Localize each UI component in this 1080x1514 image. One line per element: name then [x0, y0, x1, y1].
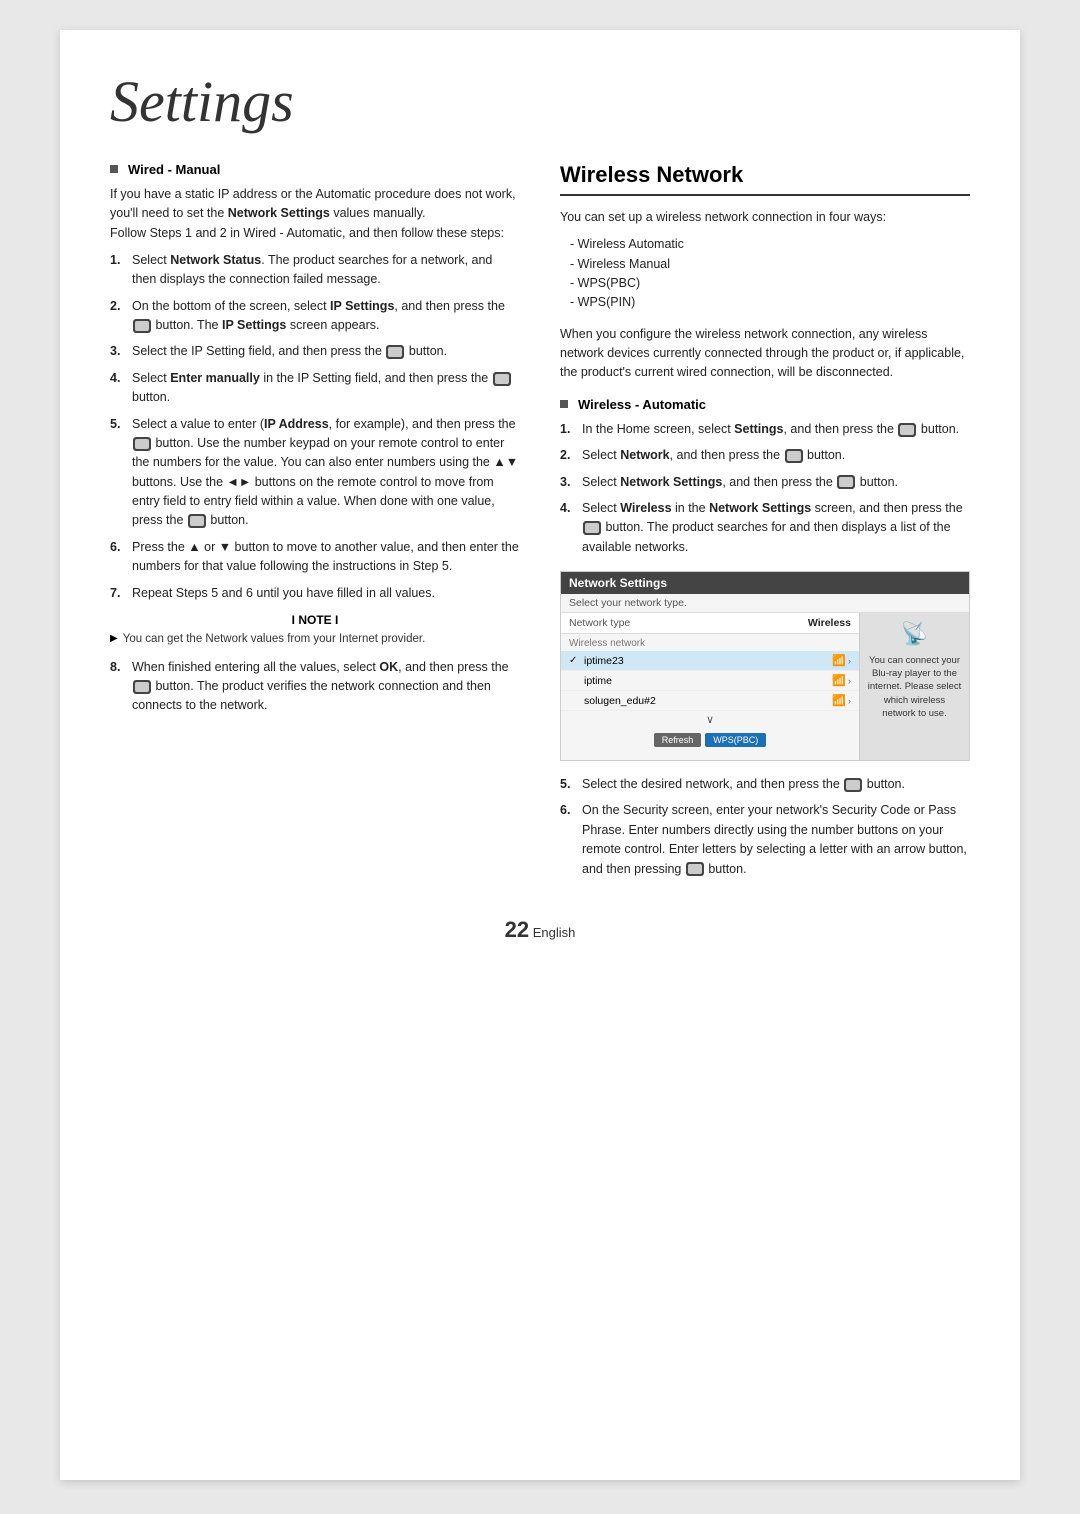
step-8-list: When finished entering all the values, s… [110, 658, 520, 716]
network-settings-box: Network Settings Select your network typ… [560, 571, 970, 761]
network-type-row: Network type Wireless [561, 613, 859, 634]
wireless-body: When you configure the wireless network … [560, 325, 970, 383]
network-box-left: Network type Wireless Wireless network ✓… [561, 613, 859, 760]
wireless-network-label: Wireless network [561, 634, 859, 651]
button-icon [837, 475, 855, 489]
network-box-subheader: Select your network type. [561, 594, 969, 613]
wireless-intro: You can set up a wireless network connec… [560, 208, 970, 227]
w-step-4: Select Wireless in the Network Settings … [560, 499, 970, 557]
wifi-name: iptime23 [584, 655, 828, 667]
wireless-steps-5-6: Select the desired network, and then pre… [560, 775, 970, 879]
note-label: I NOTE I [110, 613, 520, 627]
network-box-header: Network Settings [561, 572, 969, 594]
button-icon [785, 449, 803, 463]
wireless-auto-steps: In the Home screen, select Settings, and… [560, 420, 970, 557]
w-step-3: Select Network Settings, and then press … [560, 473, 970, 492]
page-language-label: English [533, 925, 576, 940]
page-footer: 22 English [110, 917, 970, 943]
wireless-list: Wireless Automatic Wireless Manual WPS(P… [570, 235, 970, 313]
wifi-signal-icon: 📶 [832, 654, 846, 667]
wifi-arrow-icon: › [848, 656, 851, 666]
left-column: Wired - Manual If you have a static IP a… [110, 162, 520, 724]
step-6: Press the ▲ or ▼ button to move to anoth… [110, 538, 520, 577]
list-item-wpspbc: WPS(PBC) [570, 274, 970, 293]
note-arrow-icon: ▶ [110, 633, 118, 644]
wifi-check-icon: ✓ [569, 655, 581, 666]
page-number: 22 [505, 917, 529, 942]
step-4: Select Enter manually in the IP Setting … [110, 369, 520, 408]
wired-manual-heading: Wired - Manual [110, 162, 520, 177]
step-2: On the bottom of the screen, select IP S… [110, 297, 520, 336]
step-7: Repeat Steps 5 and 6 until you have fill… [110, 584, 520, 603]
note-item-1: ▶ You can get the Network values from yo… [110, 631, 520, 648]
network-box-side-text: You can connect your Blu-ray player to t… [866, 654, 963, 720]
button-icon [583, 521, 601, 535]
wifi-row-iptime23[interactable]: ✓ iptime23 📶 › [561, 651, 859, 671]
step-5: Select a value to enter (IP Address, for… [110, 415, 520, 531]
list-item-wpspin: WPS(PIN) [570, 293, 970, 312]
wifi-name: solugen_edu#2 [584, 695, 828, 707]
bullet-square-icon [110, 165, 118, 173]
network-type-label: Network type [569, 617, 630, 629]
network-box-inner: Network type Wireless Wireless network ✓… [561, 613, 969, 760]
w-step-2: Select Network, and then press the butto… [560, 446, 970, 465]
wireless-automatic-heading: Wireless - Automatic [560, 397, 970, 412]
network-box-right: 📡 You can connect your Blu-ray player to… [859, 613, 969, 760]
wifi-arrow-icon: › [848, 696, 851, 706]
button-icon [133, 319, 151, 333]
w-step-5: Select the desired network, and then pre… [560, 775, 970, 794]
network-type-value: Wireless [808, 617, 851, 629]
wps-pbc-button[interactable]: WPS(PBC) [705, 733, 766, 747]
button-icon [133, 437, 151, 451]
button-icon [133, 680, 151, 694]
button-icon [493, 372, 511, 386]
wired-manual-steps: Select Network Status. The product searc… [110, 251, 520, 603]
w-step-1: In the Home screen, select Settings, and… [560, 420, 970, 439]
w-step-6: On the Security screen, enter your netwo… [560, 801, 970, 879]
step-8: When finished entering all the values, s… [110, 658, 520, 716]
wifi-row-iptime[interactable]: iptime 📶 › [561, 671, 859, 691]
wifi-name: iptime [584, 675, 828, 687]
wifi-arrow-icon: › [848, 676, 851, 686]
right-column: Wireless Network You can set up a wirele… [560, 162, 970, 887]
network-box-buttons: Refresh WPS(PBC) [561, 728, 859, 752]
button-icon [386, 345, 404, 359]
note-section: I NOTE I ▶ You can get the Network value… [110, 613, 520, 648]
wired-manual-intro: If you have a static IP address or the A… [110, 185, 520, 243]
list-item-manual: Wireless Manual [570, 255, 970, 274]
antenna-icon: 📡 [901, 619, 928, 650]
refresh-button[interactable]: Refresh [654, 733, 702, 747]
page-title: Settings [110, 70, 970, 134]
note-text-1: You can get the Network values from your… [123, 631, 426, 648]
wireless-network-heading: Wireless Network [560, 162, 970, 196]
button-icon [844, 778, 862, 792]
wifi-signal-icon: 📶 [832, 694, 846, 707]
step-3: Select the IP Setting field, and then pr… [110, 342, 520, 361]
button-icon [686, 862, 704, 876]
button-icon [188, 514, 206, 528]
list-item-automatic: Wireless Automatic [570, 235, 970, 254]
bullet-square-icon [560, 400, 568, 408]
wifi-row-solugen[interactable]: solugen_edu#2 📶 › [561, 691, 859, 711]
wifi-signal-icon: 📶 [832, 674, 846, 687]
button-icon [898, 423, 916, 437]
step-1: Select Network Status. The product searc… [110, 251, 520, 290]
